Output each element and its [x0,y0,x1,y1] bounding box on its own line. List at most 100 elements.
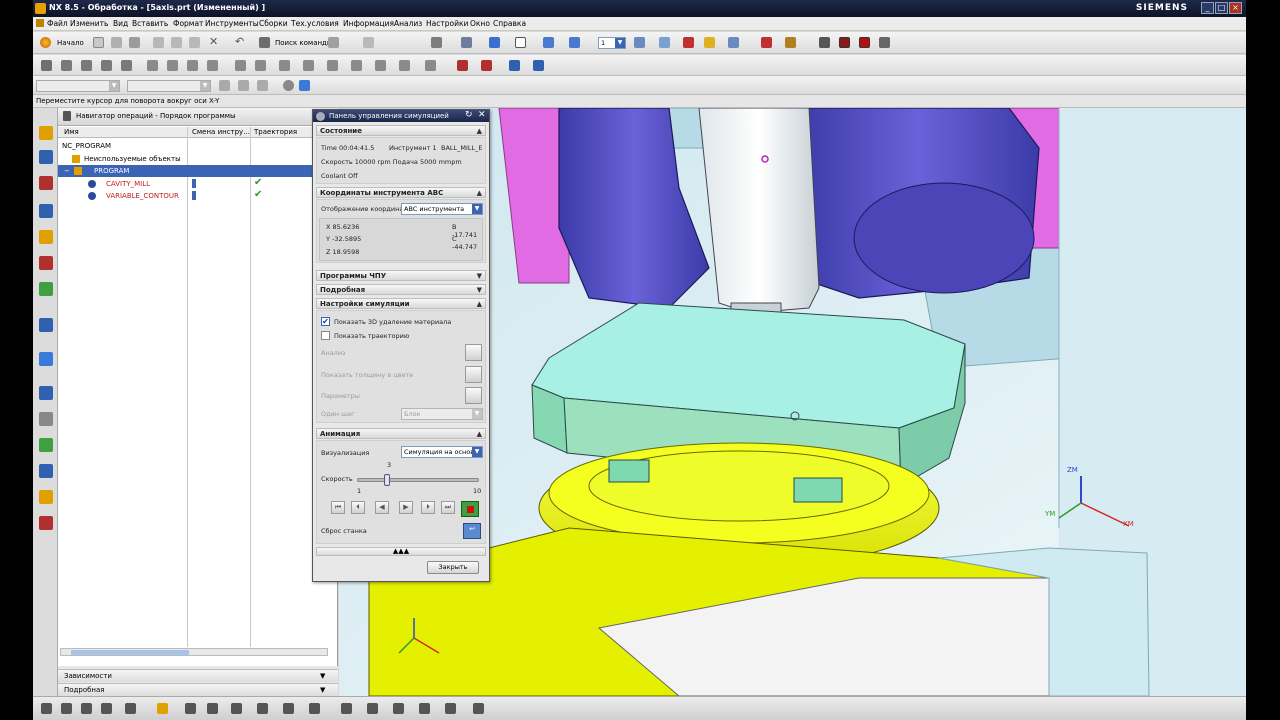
horizontal-scrollbar[interactable] [60,648,328,656]
visualization-select[interactable]: Симуляция на основе ▼ [401,446,483,458]
component-icon[interactable] [445,703,456,714]
pan-icon[interactable] [81,703,92,714]
tree-row-unused[interactable]: Неиспользуемые объекты [58,153,338,165]
analysis-button[interactable] [465,344,482,361]
step-forward-button[interactable]: ⏵ [421,501,435,514]
cut-icon[interactable] [153,37,164,48]
snap-icon[interactable] [363,37,374,48]
machine-navigator-icon[interactable] [39,230,53,244]
menu-information[interactable]: Информация [343,19,394,28]
parameters-button[interactable] [465,387,482,404]
column-path[interactable]: Траектория [254,128,297,136]
tree-row-cavity-mill[interactable]: CAVITY_MILL ✔ [58,177,338,190]
zoom-icon[interactable] [61,703,72,714]
postprocess-icon[interactable] [235,60,246,71]
open-icon[interactable] [111,37,122,48]
menu-pmi[interactable]: Тех.условия [291,19,339,28]
constraint-navigator-icon[interactable] [39,150,53,164]
tree-row-nc-program[interactable]: NC_PROGRAM [58,140,338,152]
cnc-programs-header[interactable]: Программы ЧПУ ▼ [316,270,486,281]
dependencies-panel[interactable]: Зависимости ▼ [58,669,338,682]
tree-row-program[interactable]: − PROGRAM [58,165,312,177]
replay-icon[interactable] [167,60,178,71]
menu-assemblies[interactable]: Сборки [259,19,288,28]
close-icon[interactable]: ✕ [478,110,486,120]
generate-path-icon[interactable] [147,60,158,71]
create-program-icon[interactable] [41,60,52,71]
show-path-checkbox[interactable] [321,331,330,340]
menu-preferences[interactable]: Настройки [426,19,468,28]
body-icon[interactable] [393,703,404,714]
tree-row-variable-contour[interactable]: VARIABLE_CONTOUR ✔ [58,189,338,202]
view-fit-icon[interactable] [41,703,52,714]
coords-section-header[interactable]: Координаты инструмента ABC ▲ [316,187,486,198]
rotate-icon[interactable] [569,37,580,48]
menu-view[interactable]: Вид [113,19,128,28]
menu-help[interactable]: Справка [493,19,526,28]
type-filter-select[interactable]: ▼ [36,80,120,92]
delete-op-icon[interactable] [399,60,410,71]
menu-file[interactable]: Файл [47,19,68,28]
step-select[interactable]: Блок ▼ [401,408,483,420]
work-layer-select[interactable]: 1 ▼ [598,37,626,49]
section-icon[interactable] [728,37,739,48]
refresh-icon[interactable]: ↻ [465,110,473,120]
play-reverse-button[interactable]: ◀ [375,501,389,514]
tool-view-icon[interactable] [819,37,830,48]
expand-icon[interactable]: − [64,167,70,175]
coords-display-select[interactable]: ABC инструмента ▼ [401,203,483,215]
verify-icon[interactable] [187,60,198,71]
menu-edit[interactable]: Изменить [70,19,108,28]
edit-icon[interactable] [303,60,314,71]
quadrant-icon[interactable] [231,703,242,714]
snap-point-icon[interactable] [238,80,249,91]
measure-icon[interactable] [683,37,694,48]
play-forward-button[interactable]: ▶ [399,501,413,514]
tangent-icon[interactable] [283,703,294,714]
face-icon[interactable] [367,703,378,714]
stop-button[interactable] [461,501,479,517]
menu-tools[interactable]: Инструменты [205,19,259,28]
show-3d-removal-checkbox[interactable]: ✔ [321,317,330,326]
method-view-icon[interactable] [859,37,870,48]
system-materials-icon[interactable] [39,412,53,426]
command-search-button[interactable]: Поиск команды [275,39,332,47]
process-studio-icon[interactable] [39,438,53,452]
history-icon[interactable] [39,386,53,400]
part-navigator-icon[interactable] [39,176,53,190]
list-path-icon[interactable] [207,60,218,71]
ruler-icon[interactable] [785,37,796,48]
info-op-icon[interactable] [425,60,436,71]
create-method-icon[interactable] [101,60,112,71]
fit-icon[interactable] [431,37,442,48]
paste-icon[interactable] [189,37,200,48]
text-icon[interactable] [473,703,484,714]
delete-icon[interactable]: ✕ [209,35,218,48]
reuse-library-icon[interactable] [39,282,53,296]
analysis-icon[interactable] [704,37,715,48]
details-panel[interactable]: Подробная ▼ [58,683,338,696]
transform-icon[interactable] [279,60,290,71]
curve-icon[interactable] [419,703,430,714]
existing-point-icon[interactable] [309,703,320,714]
roles-icon[interactable] [39,490,53,504]
machine-sim-icon[interactable] [509,60,520,71]
copy-icon[interactable] [171,37,182,48]
snap-toggle-icon[interactable] [157,703,168,714]
web-browser-icon[interactable] [39,352,53,366]
feature-icon[interactable] [39,256,53,270]
minimize-button[interactable]: _ [1201,2,1214,14]
step-back-button[interactable]: ⏴ [351,501,365,514]
end-point-icon[interactable] [257,80,268,91]
pin-icon[interactable] [63,111,71,121]
clip-icon[interactable] [761,37,772,48]
start-button[interactable]: Начало [57,39,84,47]
shop-doc-icon[interactable] [255,60,266,71]
machine-sim2-icon[interactable] [533,60,544,71]
details-header[interactable]: Подробная ▼ [316,284,486,295]
wcs-icon[interactable] [543,37,554,48]
cut-op-icon[interactable] [351,60,362,71]
close-window-button[interactable]: × [1229,2,1242,14]
geometry-view-icon[interactable] [879,37,890,48]
perspective-icon[interactable] [125,703,136,714]
